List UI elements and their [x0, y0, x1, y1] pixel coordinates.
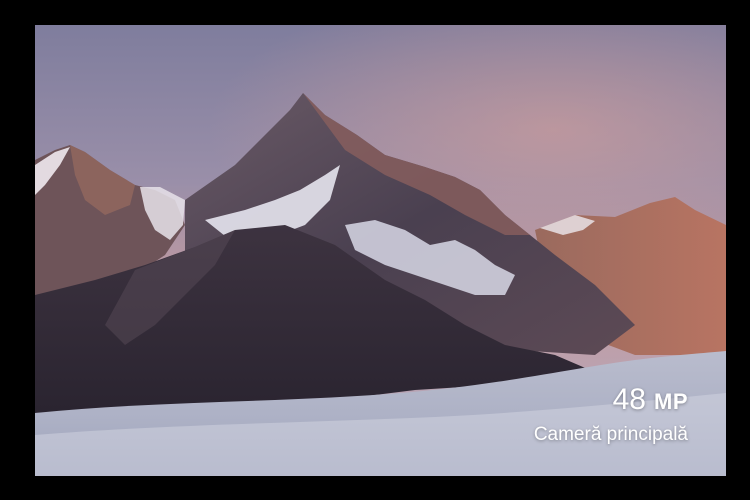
camera-label: Cameră principală — [533, 424, 688, 445]
photo-frame: 48 MP Cameră principală — [35, 25, 726, 476]
megapixel-line: 48 MP — [534, 383, 688, 419]
camera-caption: 48 MP Cameră principală — [534, 383, 688, 447]
megapixel-unit: MP — [654, 389, 688, 414]
megapixel-value: 48 — [612, 383, 646, 416]
